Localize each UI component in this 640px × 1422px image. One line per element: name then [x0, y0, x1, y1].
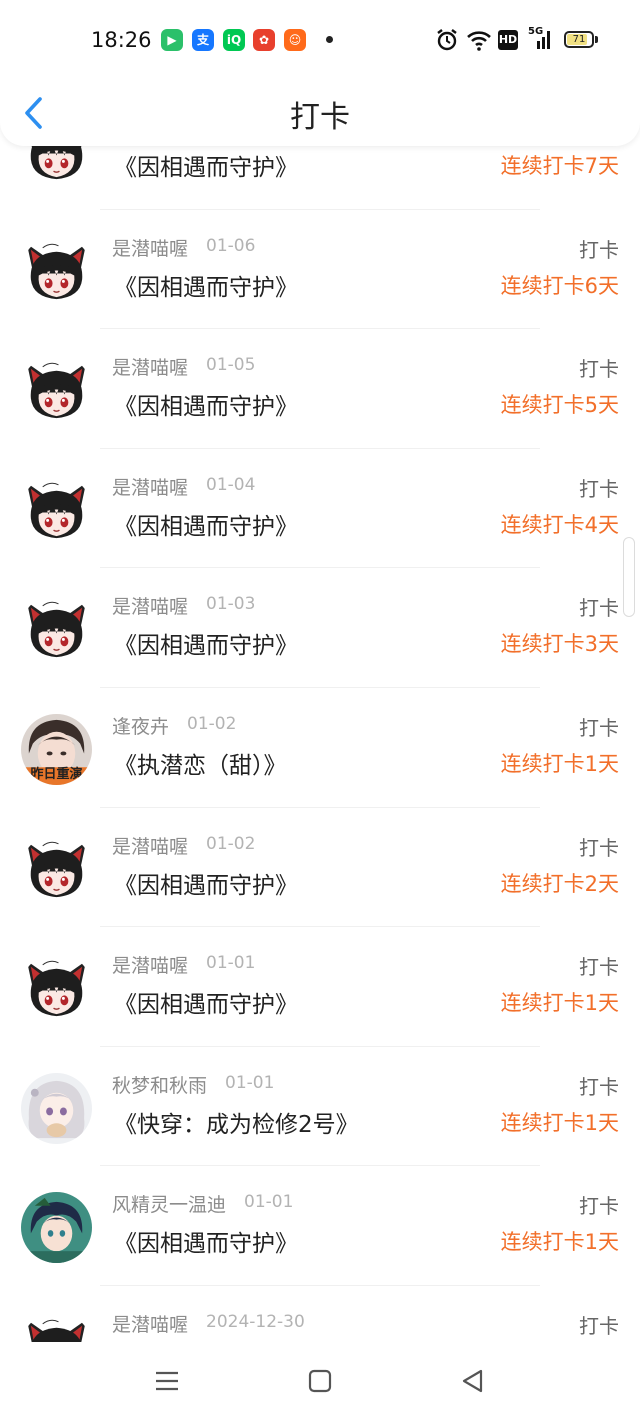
notification-dot — [326, 36, 333, 43]
user-name[interactable]: 是潜喵喔 — [112, 234, 188, 261]
cat-avatar[interactable] — [21, 355, 92, 427]
user-name[interactable]: 是潜喵喔 — [112, 592, 188, 619]
checkin-row[interactable]: 是潜喵喔 01-01 《因相遇而守护》 打卡连续打卡1天 — [0, 927, 640, 1047]
user-name[interactable]: 是潜喵喔 — [112, 473, 188, 500]
checkin-action-label: 打卡 — [579, 715, 619, 740]
wifi-icon — [467, 31, 491, 51]
cat-avatar[interactable] — [21, 594, 92, 666]
checkin-row[interactable]: 是潜喵喔 01-02 《因相遇而守护》 打卡连续打卡2天 — [0, 808, 640, 928]
book-title[interactable]: 《因相遇而守护》 — [114, 507, 298, 541]
iqiyi-icon: iQ — [223, 29, 245, 51]
book-title[interactable]: 《因相遇而守护》 — [114, 866, 298, 900]
user-name[interactable]: 是潜喵喔 — [112, 832, 188, 859]
book-title[interactable]: 《因相遇而守护》 — [114, 1224, 298, 1258]
checkin-date: 01-01 — [225, 1072, 275, 1093]
streak-label: 连续打卡5天 — [500, 393, 619, 418]
streak-label: 连续打卡1天 — [500, 1110, 619, 1135]
streak-label: 连续打卡3天 — [500, 632, 619, 657]
cat-avatar[interactable] — [21, 833, 92, 905]
checkin-row[interactable]: 秋梦和秋雨 01-01 《快穿：成为检修2号》 打卡连续打卡1天 — [0, 1047, 640, 1167]
checkin-action-label: 打卡 — [579, 1313, 619, 1338]
checkin-date: 01-01 — [206, 953, 256, 974]
anime-girl-avatar[interactable] — [21, 1072, 92, 1144]
checkin-action-label: 打卡 — [579, 1194, 619, 1219]
signal-icon — [537, 31, 550, 49]
checkin-action-label: 打卡 — [579, 237, 619, 262]
checkin-date: 01-02 — [187, 713, 237, 734]
checkin-action-label: 打卡 — [579, 1074, 619, 1099]
home-square-icon[interactable] — [303, 1364, 337, 1398]
user-name[interactable]: 是潜喵喔 — [112, 951, 188, 978]
streak-label: 连续打卡1天 — [500, 751, 619, 776]
user-name[interactable]: 风精灵一温迪 — [112, 1190, 226, 1217]
anime-boy-avatar[interactable] — [21, 1192, 92, 1264]
status-time: 18:26 — [91, 28, 152, 52]
book-title[interactable]: 《快穿：成为检修2号》 — [114, 1105, 359, 1139]
checkin-row[interactable]: 是潜喵喔 01-05 《因相遇而守护》 打卡连续打卡5天 — [0, 329, 640, 449]
avatar-caption: 昨日重演 — [30, 766, 83, 782]
alarm-icon — [437, 29, 457, 51]
checkin-date: 01-02 — [206, 833, 256, 854]
checkin-row[interactable]: 昨日重演 逢夜卉 01-02 《执潜恋（甜）》 打卡连续打卡1天 — [0, 688, 640, 808]
checkin-action-label: 打卡 — [579, 476, 619, 501]
checkin-row[interactable]: 风精灵一温迪 01-01 《因相遇而守护》 打卡连续打卡1天 — [0, 1166, 640, 1286]
checkin-date: 01-04 — [206, 474, 256, 495]
checkin-list[interactable]: 《因相遇而守护》 连续打卡7天 是潜喵喔 01-06 《因相遇而守护》 打卡 连续打卡6天是… — [0, 90, 640, 1406]
checkin-row[interactable]: 是潜喵喔 01-03 《因相遇而守护》 打卡连续打卡3天 — [0, 568, 640, 688]
cat-avatar[interactable] — [21, 235, 92, 307]
battery-level: 71 — [572, 34, 586, 45]
book-title[interactable]: 《因相遇而守护》 — [114, 387, 298, 421]
checkin-date: 01-06 — [206, 235, 256, 256]
user-name[interactable]: 秋梦和秋雨 — [112, 1071, 207, 1098]
streak-label: 连续打卡1天 — [500, 1230, 619, 1255]
system-nav-bar — [0, 1342, 640, 1422]
app-icon-orange: ☺ — [284, 29, 306, 51]
hd-icon: HD — [498, 30, 518, 50]
battery-icon: 71 — [564, 31, 594, 48]
top-bar: 18:26 ▶ 支 iQ ✿ ☺ HD 5G 71 打卡 — [0, 0, 640, 146]
video-app-icon: ▶ — [161, 29, 183, 51]
checkin-date: 01-01 — [244, 1192, 294, 1213]
checkin-action-label: 打卡 — [579, 955, 619, 980]
streak-label: 连续打卡6天 — [500, 273, 619, 298]
battery-cap — [595, 36, 598, 43]
checkin-row[interactable]: 是潜喵喔 01-04 《因相遇而守护》 打卡连续打卡4天 — [0, 449, 640, 569]
back-triangle-icon[interactable] — [456, 1364, 490, 1398]
user-name[interactable]: 是潜喵喔 — [112, 353, 188, 380]
book-title[interactable]: 《因相遇而守护》 — [114, 985, 298, 1019]
checkin-date: 01-05 — [206, 355, 256, 376]
page-title: 打卡 — [290, 100, 350, 135]
checkin-action-label: 打卡 — [579, 357, 619, 382]
streak-label: 连续打卡7天 — [500, 154, 619, 178]
user-photo-avatar[interactable]: 昨日重演 — [21, 713, 92, 785]
cat-avatar[interactable] — [21, 474, 92, 546]
scrollbar[interactable] — [623, 537, 635, 617]
menu-icon[interactable] — [150, 1364, 184, 1398]
checkin-action-label: 打卡 — [579, 596, 619, 621]
user-name[interactable]: 逢夜卉 — [112, 712, 169, 739]
streak-label: 连续打卡1天 — [500, 991, 619, 1016]
checkin-date: 01-03 — [206, 594, 256, 615]
book-title[interactable]: 《因相遇而守护》 — [114, 268, 298, 302]
checkin-row[interactable]: 是潜喵喔 01-06 《因相遇而守护》 打卡连续打卡6天 — [0, 210, 640, 330]
app-icon-red: ✿ — [253, 29, 275, 51]
book-title[interactable]: 《执潜恋（甜）》 — [114, 746, 287, 780]
alipay-icon: 支 — [192, 29, 214, 51]
checkin-date: 2024-12-30 — [206, 1311, 305, 1332]
book-title[interactable]: 《因相遇而守护》 — [114, 626, 298, 660]
cat-avatar[interactable] — [21, 953, 92, 1025]
book-title[interactable]: 《因相遇而守护》 — [114, 148, 298, 182]
checkin-action-label: 打卡 — [579, 835, 619, 860]
streak-label: 连续打卡2天 — [500, 871, 619, 896]
streak-label: 连续打卡4天 — [500, 512, 619, 537]
user-name[interactable]: 是潜喵喔 — [112, 1310, 188, 1337]
